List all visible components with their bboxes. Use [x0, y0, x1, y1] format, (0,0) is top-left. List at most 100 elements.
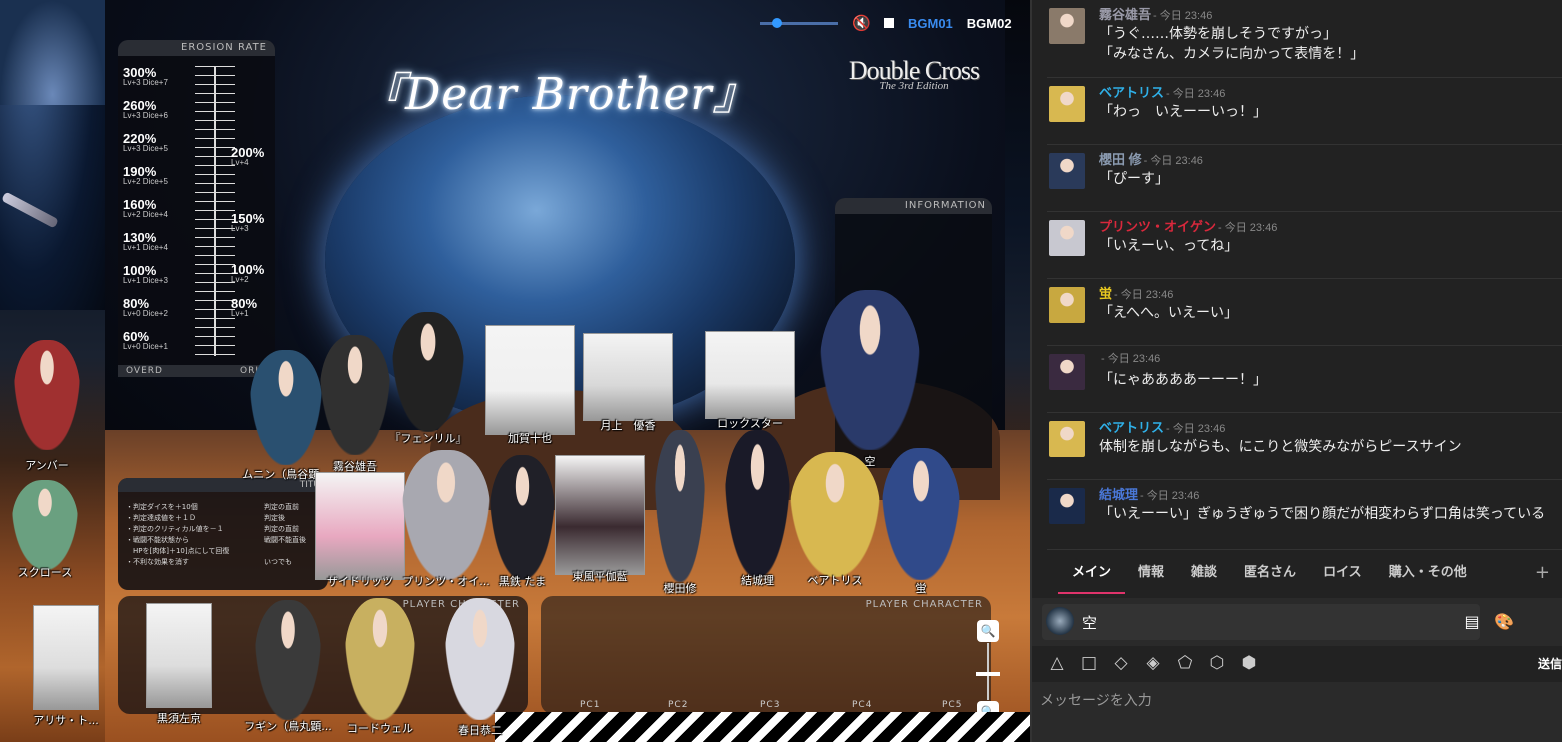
add-tab-button[interactable]: +	[1535, 552, 1550, 594]
character-piece[interactable]: ベアトリス	[790, 452, 880, 587]
list-icon[interactable]: ▤	[1462, 612, 1482, 632]
character-piece[interactable]: 黒須左京	[146, 603, 212, 725]
erosion-bonus: Lv+0 Dice+2	[123, 309, 168, 318]
stop-icon[interactable]	[884, 18, 894, 28]
character-piece[interactable]: フギン（鳥丸顕...	[244, 600, 332, 733]
avatar[interactable]	[1049, 153, 1085, 189]
character-portrait	[583, 333, 673, 421]
speaker-avatar	[1046, 607, 1074, 635]
avatar[interactable]	[1049, 354, 1085, 390]
character-piece[interactable]: 加賀十也	[485, 325, 575, 445]
avatar[interactable]	[1049, 86, 1085, 122]
chat-tab[interactable]: メイン	[1057, 552, 1126, 594]
avatar[interactable]	[1049, 488, 1085, 524]
d100-icon[interactable]: ⬢	[1238, 652, 1260, 674]
chat-tab[interactable]: 情報	[1138, 552, 1164, 594]
chat-tab[interactable]: 匿名さん	[1244, 552, 1296, 594]
character-piece[interactable]: 櫻田修	[655, 430, 705, 595]
d6-icon[interactable]: □	[1078, 652, 1100, 674]
sender-name[interactable]: 霧谷雄吾	[1099, 7, 1151, 22]
chat-tab[interactable]: 購入・その他	[1389, 552, 1467, 594]
erosion-level: 130% Lv+1 Dice+4	[123, 230, 168, 252]
sender-name[interactable]: 結城理	[1099, 487, 1138, 502]
bgm01-button[interactable]: BGM01	[908, 16, 953, 31]
pc-slot: PC4	[852, 700, 873, 710]
message-placeholder: メッセージを入力	[1040, 693, 1152, 709]
character-name: アンバー	[25, 459, 69, 472]
message-line: 「うぐ……体勢を崩しそうですがっ」	[1099, 26, 1337, 42]
character-name: アリサ・ト...	[33, 714, 99, 727]
character-piece[interactable]: 黒鉄 たま	[490, 455, 555, 588]
character-piece[interactable]: スクロース	[12, 480, 78, 579]
character-piece[interactable]: 『フェンリル』	[390, 312, 467, 445]
character-portrait	[882, 448, 960, 580]
slider-knob[interactable]	[772, 17, 782, 28]
character-piece[interactable]: コードウェル	[345, 598, 415, 735]
erosion-header: EROSION RATE	[118, 40, 275, 56]
d4-icon[interactable]: △	[1046, 652, 1068, 674]
d8-icon[interactable]: ◇	[1110, 652, 1132, 674]
character-piece[interactable]: 蛍	[882, 448, 960, 595]
bgm02-button[interactable]: BGM02	[967, 16, 1012, 31]
character-piece[interactable]: 霧谷雄吾	[320, 335, 390, 473]
character-name: 『フェンリル』	[389, 432, 467, 445]
d10-icon[interactable]: ◈	[1142, 652, 1164, 674]
character-portrait	[255, 600, 321, 720]
sender-name[interactable]: ベアトリス	[1099, 420, 1164, 435]
palette-icon[interactable]: 🎨	[1494, 612, 1514, 632]
character-piece[interactable]: 空	[820, 290, 920, 468]
character-piece[interactable]: 結城理	[725, 430, 790, 587]
message-input[interactable]: メッセージを入力	[1032, 682, 1562, 742]
timestamp: - 今日 23:46	[1166, 88, 1226, 100]
chat-message: ベアトリス - 今日 23:46 体制を崩しながらも、にこりと微笑みながらピースサイ…	[1047, 413, 1562, 480]
character-piece[interactable]: ロックスター	[705, 331, 795, 430]
send-button[interactable]: 送信	[1538, 655, 1562, 672]
character-piece[interactable]: アリサ・ト...	[33, 605, 99, 727]
avatar[interactable]	[1049, 287, 1085, 323]
character-portrait	[250, 350, 322, 465]
character-piece[interactable]: プリンツ・オイ...	[402, 450, 490, 588]
zoom-handle[interactable]	[976, 672, 1000, 676]
sender-name[interactable]: 蛍	[1099, 286, 1112, 301]
speaker-name: 空	[1082, 614, 1098, 632]
message-header: ベアトリス - 今日 23:46	[1099, 417, 1225, 436]
zigzag-border	[495, 712, 1030, 742]
character-portrait	[490, 455, 555, 580]
chat-tab[interactable]: 雑談	[1191, 552, 1217, 594]
avatar[interactable]	[1049, 220, 1085, 256]
erosion-level-right: 150% Lv+3	[231, 211, 264, 233]
message-line: 「いえーーい」ぎゅうぎゅうで困り顔だが相変わらず口角は笑っている	[1099, 506, 1546, 522]
timestamp: - 今日 23:46	[1166, 423, 1226, 435]
message-body: 「ぴーす」	[1099, 169, 1169, 189]
character-piece[interactable]: ザイドリッツ	[315, 472, 405, 588]
character-piece[interactable]: アンバー	[14, 340, 80, 472]
sender-name[interactable]: ベアトリス	[1099, 85, 1164, 100]
chat-message: 蛍- 今日 23:46 「えへへ。いえーい」	[1047, 279, 1562, 346]
character-piece[interactable]: 東風平伽藍	[555, 455, 645, 583]
avatar[interactable]	[1049, 421, 1085, 457]
character-piece[interactable]: ムニン（鳥谷顕...	[242, 350, 330, 481]
rule-timing: 戦闘不能直後	[264, 536, 306, 544]
speaker-selector[interactable]: 空	[1042, 604, 1480, 640]
avatar[interactable]	[1049, 8, 1085, 44]
d20-icon[interactable]: ⬡	[1206, 652, 1228, 674]
sender-name[interactable]: プリンツ・オイゲン	[1099, 219, 1216, 234]
erosion-level: 160% Lv+2 Dice+4	[123, 197, 168, 219]
titus-rule: ・戦闘不能状態から 戦闘不能直後	[126, 535, 306, 545]
character-portrait	[820, 290, 920, 450]
player-character-panel-2: PLAYER CHARACTER	[541, 596, 991, 714]
mute-icon[interactable]: 🔇	[852, 14, 871, 32]
character-name: 黒須左京	[157, 712, 201, 725]
pc-slot: PC5	[942, 700, 963, 710]
volume-slider[interactable]	[760, 17, 838, 28]
chat-tab[interactable]: ロイス	[1323, 552, 1362, 594]
d12-icon[interactable]: ⬠	[1174, 652, 1196, 674]
chat-panel: 霧谷雄吾 - 今日 23:46 「うぐ……体勢を崩しそうですがっ」 「みなさん、カメラ…	[1030, 0, 1562, 742]
message-list[interactable]: 霧谷雄吾 - 今日 23:46 「うぐ……体勢を崩しそうですがっ」 「みなさん、カメラ…	[1032, 0, 1562, 550]
titus-panel: TITU ・判定ダイスを＋10個 判定の直前 ・判定達成値を＋１Ｄ 判定後 ・判定のクリ…	[118, 478, 328, 590]
sender-name[interactable]: 櫻田 修	[1099, 152, 1142, 167]
zoom-in-icon[interactable]: 🔍	[977, 620, 999, 642]
character-piece[interactable]: 春日恭二	[445, 598, 515, 737]
character-piece[interactable]: 月上 優香	[583, 333, 673, 432]
erosion-level: 300% Lv+3 Dice+7	[123, 65, 168, 87]
